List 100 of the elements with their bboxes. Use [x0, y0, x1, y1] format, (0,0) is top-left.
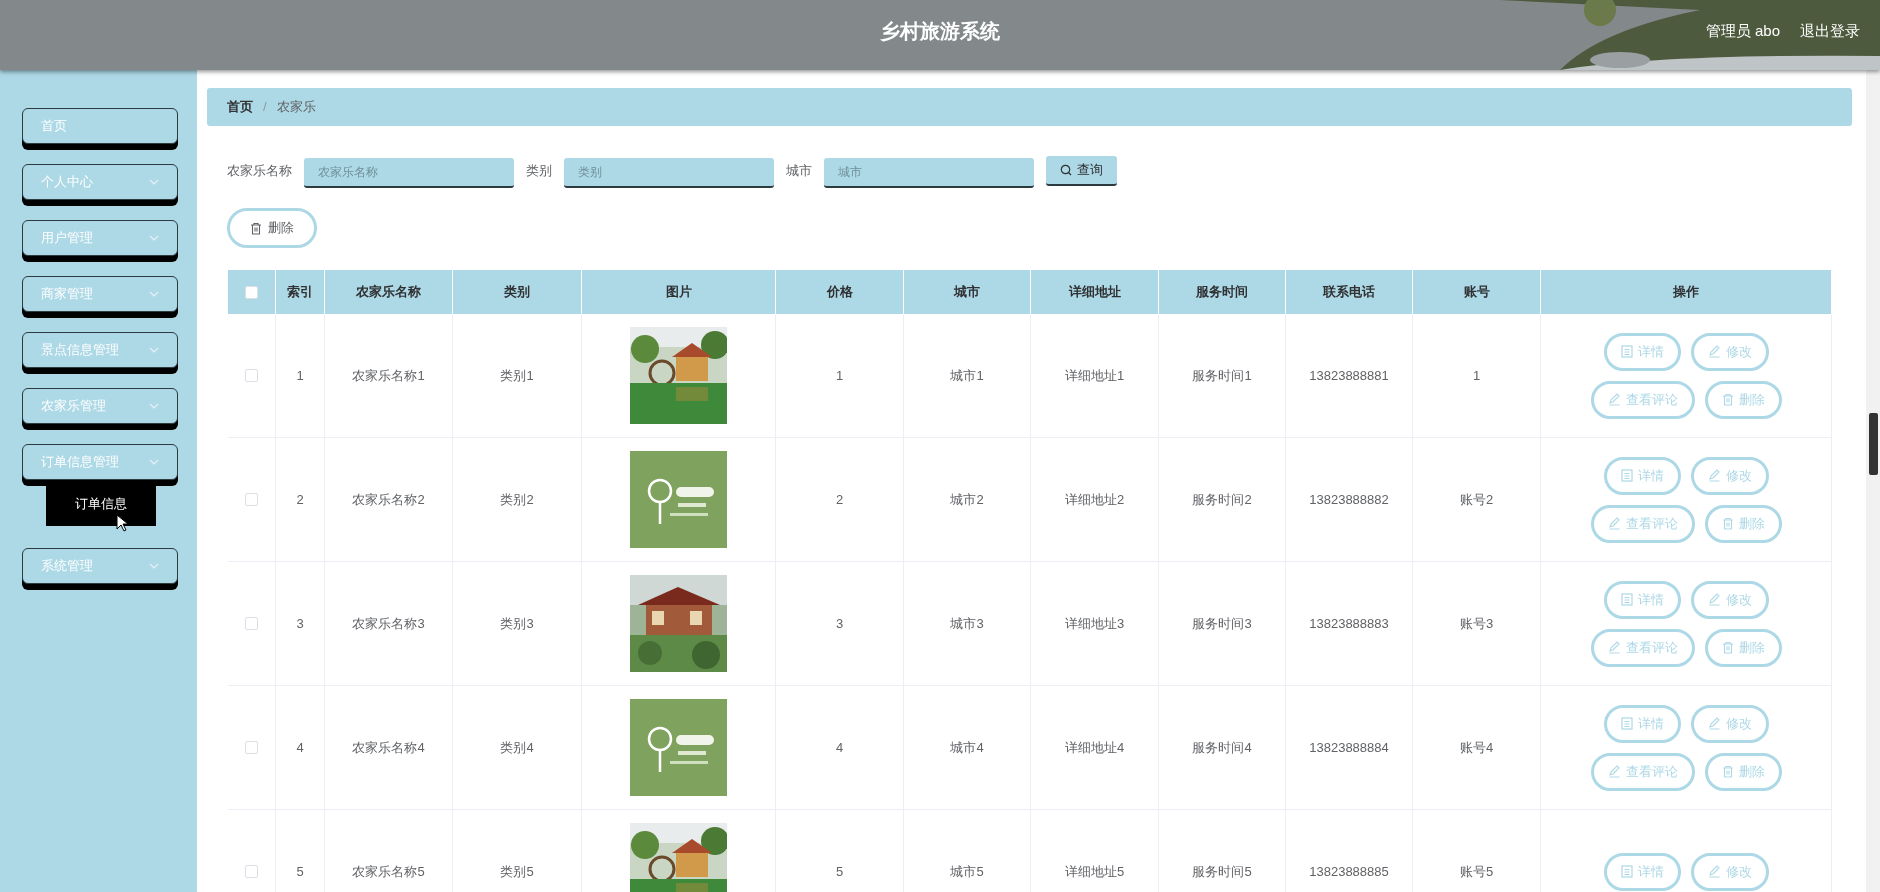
action-button[interactable]: 修改 — [1690, 704, 1769, 743]
column-header: 联系电话 — [1286, 270, 1413, 314]
checkbox[interactable] — [245, 617, 258, 630]
table-cell: 类别1 — [453, 314, 582, 437]
table-cell: 类别3 — [453, 562, 582, 685]
table-cell: 农家乐名称2 — [325, 438, 453, 561]
table-cell: 13823888884 — [1286, 686, 1413, 809]
search-button[interactable]: 查询 — [1046, 156, 1117, 186]
field-label: 城市 — [786, 162, 812, 181]
chevron-down-icon — [149, 403, 159, 409]
field-label: 类别 — [526, 162, 552, 181]
column-header: 类别 — [453, 270, 582, 314]
table-cell: 类别4 — [453, 686, 582, 809]
search-field[interactable]: 城市 — [824, 158, 1034, 188]
trash-icon — [1721, 765, 1734, 778]
table-cell: 13823888882 — [1286, 438, 1413, 561]
table-cell: 城市5 — [904, 810, 1031, 892]
document-icon — [1620, 717, 1633, 730]
column-header: 账号 — [1413, 270, 1541, 314]
action-button[interactable]: 删除 — [1704, 752, 1782, 791]
table-cell: 服务时间2 — [1159, 438, 1286, 561]
pencil-icon — [1707, 593, 1721, 606]
pencil-icon — [1607, 393, 1621, 406]
action-button[interactable]: 查看评论 — [1590, 752, 1695, 791]
breadcrumb-item[interactable]: 首页 — [227, 97, 253, 117]
action-button[interactable]: 修改 — [1690, 852, 1769, 891]
pencil-icon — [1707, 469, 1721, 482]
table-cell: 类别5 — [453, 810, 582, 892]
checkbox[interactable] — [245, 285, 258, 299]
table-cell: 1 — [776, 314, 904, 437]
action-button[interactable]: 详情 — [1603, 704, 1681, 743]
table-cell: 详细地址2 — [1031, 438, 1159, 561]
trash-icon — [250, 221, 262, 235]
search-field[interactable]: 农家乐名称 — [304, 158, 514, 188]
chevron-down-icon — [149, 347, 159, 353]
column-header: 图片 — [582, 270, 776, 314]
table-cell: 农家乐名称5 — [325, 810, 453, 892]
document-icon — [1620, 345, 1633, 358]
column-header: 城市 — [904, 270, 1031, 314]
table-cell: 城市2 — [904, 438, 1031, 561]
pencil-icon — [1707, 345, 1721, 358]
action-button[interactable]: 详情 — [1603, 852, 1681, 891]
breadcrumb-separator: / — [263, 98, 267, 117]
table-cell: 1 — [1413, 314, 1541, 437]
table-cell: 城市3 — [904, 562, 1031, 685]
action-button[interactable]: 删除 — [1704, 628, 1782, 667]
table-cell: 类别2 — [453, 438, 582, 561]
table-cell: 3 — [776, 562, 904, 685]
table-cell: 农家乐名称1 — [325, 314, 453, 437]
table-cell: 农家乐名称3 — [325, 562, 453, 685]
action-button[interactable]: 详情 — [1603, 580, 1681, 619]
column-header: 操作 — [1541, 270, 1832, 314]
table-cell: 详细地址3 — [1031, 562, 1159, 685]
table-cell: 4 — [776, 686, 904, 809]
action-button[interactable]: 删除 — [1704, 380, 1782, 419]
search-icon — [1060, 164, 1072, 176]
pencil-icon — [1607, 765, 1621, 778]
table-cell: 账号5 — [1413, 810, 1541, 892]
action-button[interactable]: 查看评论 — [1590, 628, 1695, 667]
scrollbar[interactable] — [1866, 70, 1880, 892]
field-label: 农家乐名称 — [227, 162, 292, 181]
action-button[interactable]: 查看评论 — [1590, 504, 1695, 543]
column-header: 详细地址 — [1031, 270, 1159, 314]
column-header: 价格 — [776, 270, 904, 314]
column-header: 农家乐名称 — [325, 270, 453, 314]
submenu-item[interactable]: 订单信息 — [46, 482, 156, 526]
document-icon — [1620, 469, 1633, 482]
table-cell: 13823888885 — [1286, 810, 1413, 892]
scrollbar-thumb[interactable] — [1869, 413, 1878, 475]
table-cell: 账号4 — [1413, 686, 1541, 809]
logout-link[interactable]: 退出登录 — [1800, 20, 1860, 43]
chevron-down-icon — [149, 235, 159, 241]
checkbox[interactable] — [245, 741, 258, 754]
table-cell: 详细地址5 — [1031, 810, 1159, 892]
action-button[interactable]: 修改 — [1690, 580, 1769, 619]
cursor-icon — [116, 514, 128, 532]
delete-button[interactable]: 删除 — [227, 208, 317, 248]
user-name: 管理员 abo — [1705, 21, 1780, 41]
breadcrumb-item: 农家乐 — [276, 98, 316, 117]
chevron-down-icon — [149, 291, 159, 297]
checkbox[interactable] — [245, 493, 258, 506]
table-cell: 城市4 — [904, 686, 1031, 809]
search-field[interactable]: 类别 — [564, 158, 774, 188]
document-icon — [1620, 865, 1633, 878]
pencil-icon — [1607, 641, 1621, 654]
checkbox[interactable] — [245, 865, 258, 878]
action-button[interactable]: 删除 — [1704, 504, 1782, 543]
table-cell: 5 — [776, 810, 904, 892]
action-button[interactable]: 详情 — [1603, 456, 1681, 495]
action-button[interactable]: 查看评论 — [1590, 380, 1695, 419]
column-header: 服务时间 — [1159, 270, 1286, 314]
action-button[interactable]: 修改 — [1690, 332, 1769, 371]
table-cell: 服务时间3 — [1159, 562, 1286, 685]
trash-icon — [1721, 641, 1734, 654]
pencil-icon — [1707, 865, 1721, 878]
action-button[interactable]: 修改 — [1690, 456, 1769, 495]
trash-icon — [1721, 393, 1734, 406]
checkbox[interactable] — [245, 369, 258, 382]
table-cell: 详细地址1 — [1031, 314, 1159, 437]
action-button[interactable]: 详情 — [1603, 332, 1681, 371]
